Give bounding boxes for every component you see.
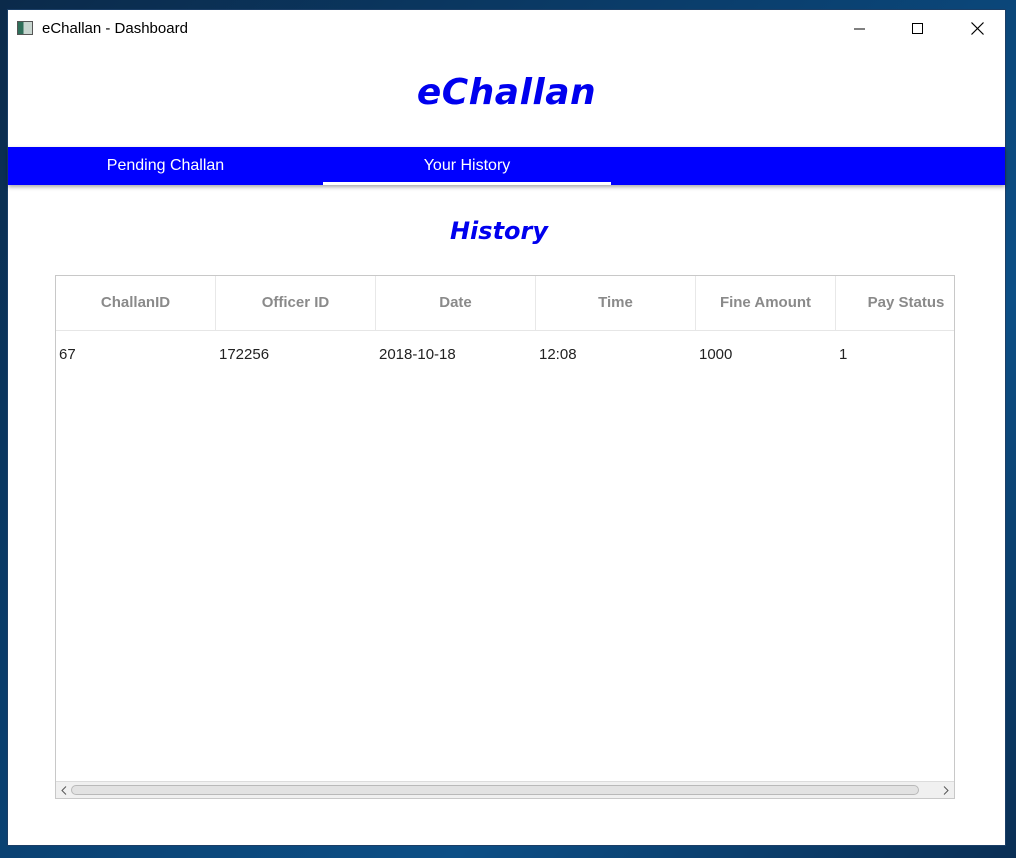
column-header-officer-id[interactable]: Officer ID (216, 276, 376, 330)
column-header-fine-amount[interactable]: Fine Amount (696, 276, 836, 330)
tab-label: Your History (423, 157, 511, 174)
close-button[interactable] (948, 10, 1006, 47)
column-header-challan-id[interactable]: ChallanID (56, 276, 216, 330)
tab-pending-challan[interactable]: Pending Challan (8, 147, 323, 185)
column-header-date[interactable]: Date (376, 276, 536, 330)
table-row[interactable]: 67 172256 2018-10-18 12:08 1000 1 (56, 331, 954, 379)
chevron-left-icon (61, 785, 67, 795)
history-table: ChallanID Officer ID Date Time Fine Amou… (55, 275, 955, 799)
tab-your-history[interactable]: Your History (323, 147, 611, 185)
maximize-icon (912, 22, 923, 34)
horizontal-scrollbar[interactable] (56, 781, 954, 798)
tab-label: Pending Challan (106, 157, 225, 174)
column-header-pay-status[interactable]: Pay Status (836, 276, 954, 330)
maximize-button[interactable] (889, 10, 947, 47)
scroll-thumb[interactable] (71, 785, 919, 795)
title-bar: eChallan - Dashboard (8, 10, 1005, 47)
cell-time: 12:08 (539, 346, 577, 363)
chevron-right-icon (943, 785, 949, 795)
window-title: eChallan - Dashboard (42, 20, 188, 37)
cell-challan-id: 67 (59, 346, 76, 363)
close-icon (970, 22, 984, 35)
column-header-time[interactable]: Time (536, 276, 696, 330)
app-window: eChallan - Dashboard eChallan Pending Ch… (7, 9, 1006, 846)
app-window-icon (17, 21, 33, 35)
cell-officer-id: 172256 (219, 346, 270, 363)
selected-tab-indicator (323, 182, 611, 185)
table-header: ChallanID Officer ID Date Time Fine Amou… (56, 276, 954, 331)
cell-pay-status: 1 (839, 346, 848, 363)
app-heading: eChallan (416, 72, 597, 113)
section-title: History (449, 217, 549, 245)
cell-fine-amount: 1000 (699, 346, 733, 363)
scroll-left-button[interactable] (57, 782, 71, 798)
scroll-right-button[interactable] (939, 782, 953, 798)
minimize-icon (854, 28, 865, 29)
cell-date: 2018-10-18 (379, 346, 456, 363)
minimize-button[interactable] (831, 10, 889, 47)
tab-bar: Pending Challan Your History (8, 147, 1005, 185)
